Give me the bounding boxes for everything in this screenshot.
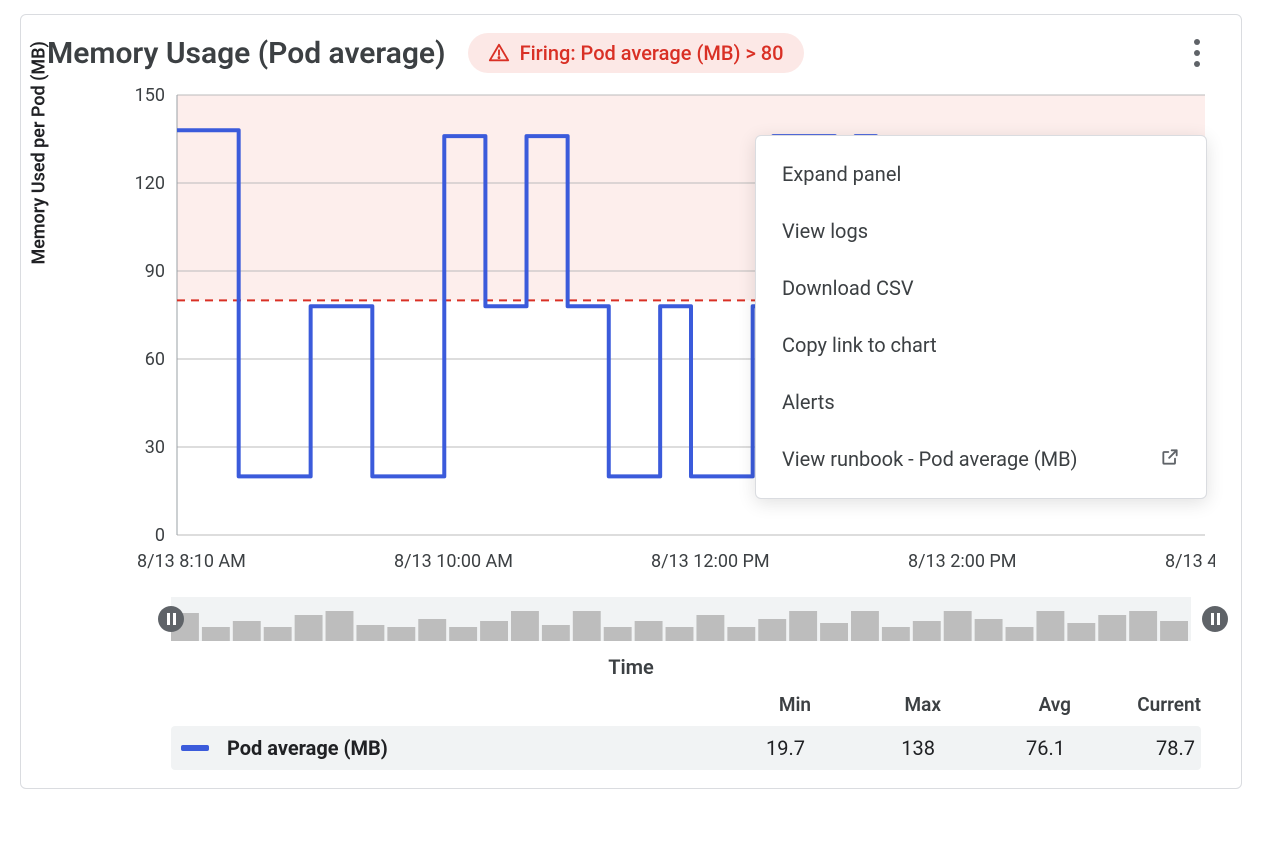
panel-menu-button[interactable]: [1179, 35, 1215, 71]
menu-expand-panel[interactable]: Expand panel: [756, 146, 1206, 203]
legend-header: Min Max Avg Current: [171, 693, 1201, 716]
menu-view-logs[interactable]: View logs: [756, 203, 1206, 260]
legend-hdr-avg: Avg: [941, 693, 1071, 716]
svg-text:120: 120: [135, 173, 165, 194]
legend-min: 19.7: [675, 736, 805, 760]
legend-series-name: Pod average (MB): [227, 736, 675, 760]
svg-text:30: 30: [145, 437, 165, 458]
alert-triangle-icon: [488, 42, 510, 64]
svg-text:150: 150: [135, 85, 165, 106]
brush-handle-right[interactable]: [1202, 606, 1228, 632]
legend-avg: 76.1: [935, 736, 1065, 760]
svg-text:0: 0: [155, 525, 165, 546]
legend-hdr-current: Current: [1071, 693, 1201, 716]
alert-badge-text: Firing: Pod average (MB) > 80: [520, 41, 784, 65]
svg-text:60: 60: [145, 349, 165, 370]
time-range-brush[interactable]: [171, 597, 1215, 641]
menu-alerts[interactable]: Alerts: [756, 374, 1206, 431]
y-axis-label: Memory Used per Pod (MB): [29, 41, 50, 264]
legend-hdr-min: Min: [681, 693, 811, 716]
svg-text:8/13 8:10 AM: 8/13 8:10 AM: [137, 551, 246, 572]
svg-text:8/13 2:00 PM: 8/13 2:00 PM: [908, 551, 1016, 572]
brush-mini-chart: [171, 597, 1191, 641]
legend-table: Min Max Avg Current Pod average (MB) 19.…: [171, 693, 1201, 770]
svg-text:8/13 12:00 PM: 8/13 12:00 PM: [651, 551, 770, 572]
panel-title: Memory Usage (Pod average): [47, 36, 446, 71]
alert-badge[interactable]: Firing: Pod average (MB) > 80: [468, 33, 804, 73]
menu-view-runbook[interactable]: View runbook - Pod average (MB): [756, 431, 1206, 488]
panel-header: Memory Usage (Pod average) Firing: Pod a…: [21, 15, 1241, 81]
svg-text:8/13 10:00 AM: 8/13 10:00 AM: [394, 551, 513, 572]
panel-context-menu: Expand panel View logs Download CSV Copy…: [755, 135, 1207, 499]
svg-text:90: 90: [145, 261, 165, 282]
legend-max: 138: [805, 736, 935, 760]
legend-row[interactable]: Pod average (MB) 19.7 138 76.1 78.7: [171, 726, 1201, 770]
metrics-panel: Memory Usage (Pod average) Firing: Pod a…: [20, 14, 1242, 789]
svg-text:8/13 4:00 PM: 8/13 4:00 PM: [1165, 551, 1215, 572]
menu-download-csv[interactable]: Download CSV: [756, 260, 1206, 317]
legend-current: 78.7: [1065, 736, 1195, 760]
legend-swatch: [181, 745, 209, 751]
menu-copy-link[interactable]: Copy link to chart: [756, 317, 1206, 374]
legend-hdr-max: Max: [811, 693, 941, 716]
x-axis-label: Time: [21, 655, 1241, 679]
external-link-icon: [1160, 447, 1180, 472]
brush-handle-left[interactable]: [158, 606, 184, 632]
